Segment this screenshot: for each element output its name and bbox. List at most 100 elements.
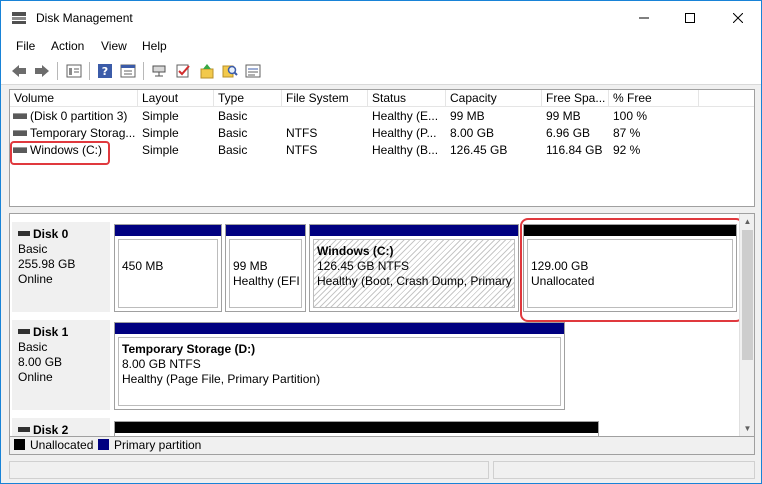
title-bar: Disk Management: [1, 1, 761, 35]
status-cell: [9, 461, 489, 479]
menu-file[interactable]: File: [16, 39, 35, 53]
help-icon: ?: [98, 64, 112, 78]
status-bar: [1, 457, 761, 483]
partition-status: Healthy (EFI: [233, 274, 300, 288]
disk-management-icon: [12, 12, 26, 24]
partition-type-bar: [226, 225, 305, 236]
search-button[interactable]: [220, 61, 240, 81]
column-capacity[interactable]: Capacity: [446, 90, 542, 107]
toolbar-separator: [89, 62, 90, 80]
toolbar: ?: [1, 57, 761, 85]
partition-status: Healthy (Boot, Crash Dump, Primary P: [317, 274, 515, 288]
connect-button[interactable]: [149, 61, 169, 81]
folder-up-icon: [200, 64, 214, 79]
volume-row[interactable]: (Disk 0 partition 3) Simple Basic Health…: [10, 108, 754, 125]
disk-icon: [18, 427, 30, 433]
volume-type: Basic: [218, 126, 248, 140]
forward-button[interactable]: [32, 61, 52, 81]
partition-type-bar: [115, 323, 564, 334]
volume-capacity: 126.45 GB: [450, 143, 508, 157]
check-button[interactable]: [173, 61, 193, 81]
disk-type: Basic: [18, 242, 48, 256]
maximize-button[interactable]: [667, 1, 713, 35]
volume-free-space: 116.84 GB: [546, 143, 603, 157]
partition-body: 99 MB Healthy (EFI: [229, 239, 302, 308]
volume-status: Healthy (E...: [372, 109, 439, 123]
disk-view-scrollbar[interactable]: ▲ ▼: [739, 214, 754, 436]
partition-body: 450 MB: [118, 239, 218, 308]
legend-swatch: [98, 439, 109, 451]
partition-size: 99 MB: [233, 259, 268, 273]
volume-file-system: NTFS: [286, 143, 318, 157]
status-cell: [493, 461, 755, 479]
partition-size: 126.45 GB NTFS: [317, 259, 410, 273]
close-button[interactable]: [715, 1, 761, 35]
volume-name: (Disk 0 partition 3): [30, 109, 128, 123]
disk-size: 255.98 GB: [18, 257, 76, 271]
disk-name: Disk 0: [18, 227, 104, 242]
check-icon: [176, 64, 190, 78]
search-icon: [222, 65, 238, 78]
partition-disk0-1[interactable]: 450 MB: [114, 224, 222, 312]
help-button[interactable]: ?: [95, 61, 115, 81]
column-percent-free[interactable]: % Free: [609, 90, 699, 107]
folder-up-button[interactable]: [197, 61, 217, 81]
scroll-up-arrow[interactable]: ▲: [740, 214, 754, 229]
scroll-down-arrow[interactable]: ▼: [740, 421, 754, 436]
minimize-button[interactable]: [621, 1, 667, 35]
legend-unallocated: Unallocated: [14, 438, 93, 452]
volume-capacity: 8.00 GB: [450, 126, 495, 140]
menu-view[interactable]: View: [101, 39, 127, 53]
partition-windows-c[interactable]: Windows (C:) 126.45 GB NTFS Healthy (Boo…: [309, 224, 519, 312]
volume-status: Healthy (B...: [372, 143, 439, 157]
back-button[interactable]: [9, 61, 29, 81]
partition-type-bar: [115, 422, 598, 433]
column-file-system[interactable]: File System: [282, 90, 368, 107]
disk-status: Online: [18, 370, 53, 384]
scroll-thumb[interactable]: [742, 230, 753, 360]
volume-list: Volume Layout Type File System Status Ca…: [9, 89, 755, 207]
partition-title: [122, 244, 214, 259]
disk-1-label[interactable]: Disk 1 Basic 8.00 GB Online: [12, 320, 110, 410]
disk-name: Disk 2: [18, 423, 104, 436]
partition-title: Temporary Storage (D:): [122, 342, 256, 356]
volume-percent-free: 87 %: [613, 126, 641, 140]
forward-arrow-icon: [35, 65, 49, 77]
volume-file-system: NTFS: [286, 126, 318, 140]
disk-management-window: Disk Management File Action View Help ?: [0, 0, 762, 484]
volume-row[interactable]: Temporary Storag... Simple Basic NTFS He…: [10, 125, 754, 142]
partition-temporary-storage-d[interactable]: Temporary Storage (D:) 8.00 GB NTFS Heal…: [114, 322, 565, 410]
volume-name: Temporary Storag...: [30, 126, 136, 140]
volume-type: Basic: [218, 143, 248, 157]
connect-icon: [152, 65, 166, 77]
column-status[interactable]: Status: [368, 90, 446, 107]
menu-action[interactable]: Action: [51, 39, 84, 53]
column-volume[interactable]: Volume: [10, 90, 138, 107]
volume-layout: Simple: [142, 126, 179, 140]
menu-help[interactable]: Help: [142, 39, 167, 53]
rescan-button[interactable]: [243, 61, 263, 81]
menu-bar: File Action View Help: [1, 35, 761, 57]
drive-icon: [13, 112, 27, 119]
column-free-space[interactable]: Free Spa...: [542, 90, 609, 107]
volume-percent-free: 92 %: [613, 143, 641, 157]
partition-type-bar: [310, 225, 518, 236]
column-layout[interactable]: Layout: [138, 90, 214, 107]
disk-2-label[interactable]: Disk 2: [12, 418, 110, 436]
volume-type: Basic: [218, 109, 248, 123]
partition-size: 450 MB: [122, 259, 164, 273]
partition-disk0-2[interactable]: 99 MB Healthy (EFI: [225, 224, 306, 312]
properties-button[interactable]: [118, 61, 138, 81]
volume-layout: Simple: [142, 143, 179, 157]
partition-disk2[interactable]: [114, 421, 599, 436]
disk-list-button[interactable]: [64, 61, 84, 81]
column-type[interactable]: Type: [214, 90, 282, 107]
legend-primary-partition: Primary partition: [98, 438, 201, 452]
volume-name-cell: Temporary Storag...: [13, 125, 138, 142]
volume-list-header: Volume Layout Type File System Status Ca…: [10, 90, 754, 107]
volume-row-selected[interactable]: Windows (C:) Simple Basic NTFS Healthy (…: [10, 142, 754, 159]
disk-icon: [18, 329, 30, 335]
disk-type: Basic: [18, 340, 48, 354]
volume-layout: Simple: [142, 109, 179, 123]
disk-0-label[interactable]: Disk 0 Basic 255.98 GB Online: [12, 222, 110, 312]
